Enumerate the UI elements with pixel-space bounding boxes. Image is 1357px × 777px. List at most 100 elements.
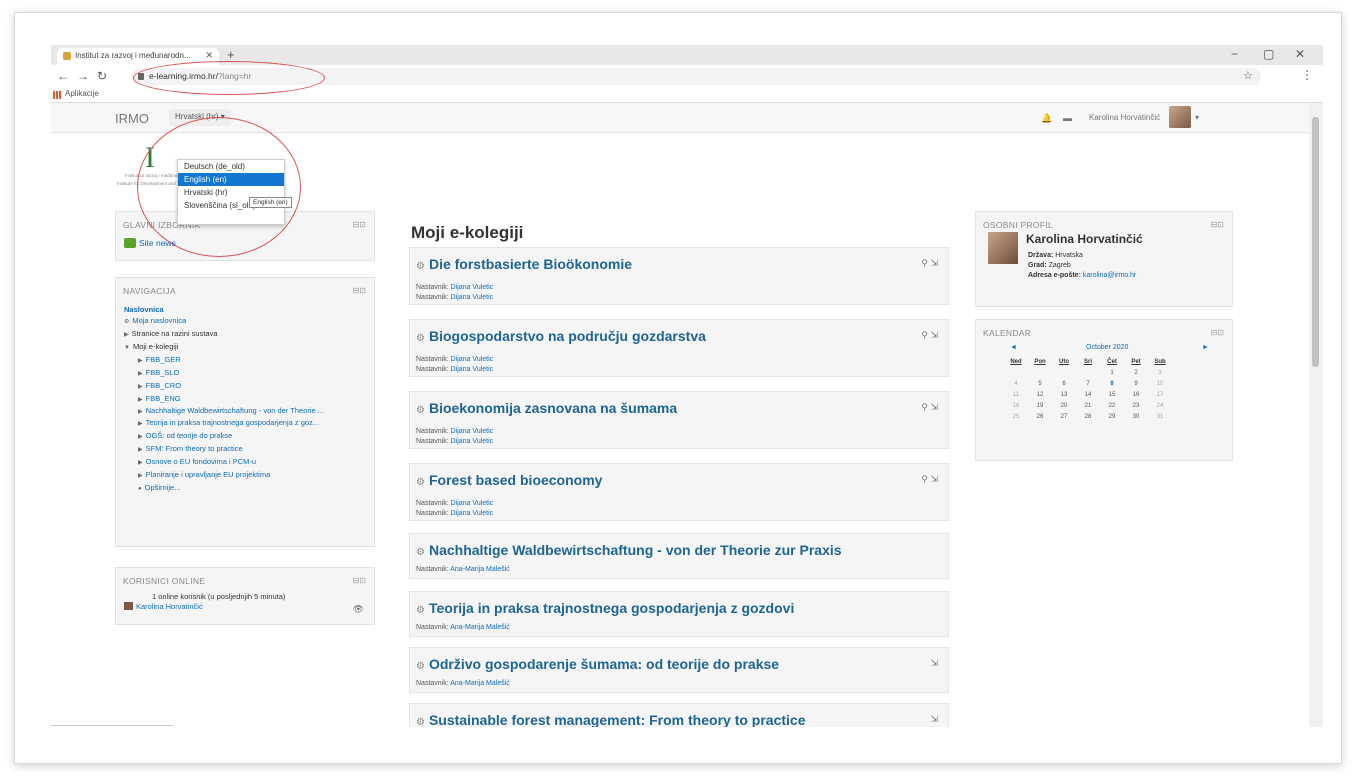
calendar-day[interactable]: 30	[1124, 411, 1148, 422]
nav-site-pages[interactable]: ▶ Stranice na razini sustava	[124, 328, 374, 341]
nav-my-courses[interactable]: ▼ Moji e-kolegiji	[124, 341, 374, 354]
calendar-day[interactable]: 4	[1004, 378, 1028, 389]
nav-course-item[interactable]: ▶ FBB_ENG	[124, 393, 374, 406]
calendar-day[interactable]: 31	[1148, 411, 1172, 422]
calendar-day[interactable]: 7	[1076, 378, 1100, 389]
calendar-day[interactable]: 10	[1148, 378, 1172, 389]
calendar-day[interactable]: 18	[1004, 400, 1028, 411]
block-collapse-icon[interactable]: ⊟⊡	[353, 286, 366, 295]
calendar-day[interactable]: 24	[1148, 400, 1172, 411]
calendar-month[interactable]: October 2020	[1086, 344, 1128, 351]
calendar-day[interactable]: 22	[1100, 400, 1124, 411]
teacher-link[interactable]: Dijana Vuletic	[451, 510, 494, 517]
teacher-link[interactable]: Dijana Vuletic	[451, 500, 494, 507]
site-brand[interactable]: IRMO	[115, 111, 149, 126]
calendar-day[interactable]: 28	[1076, 411, 1100, 422]
calendar-day[interactable]: 29	[1100, 411, 1124, 422]
course-title-link[interactable]: ⚙ Nachhaltige Waldbewirtschaftung - von d…	[416, 542, 842, 558]
calendar-day[interactable]: 23	[1124, 400, 1148, 411]
teacher-link[interactable]: Dijana Vuletic	[451, 366, 494, 373]
maximize-button[interactable]: ▢	[1263, 47, 1274, 61]
calendar-day[interactable]: 27	[1052, 411, 1076, 422]
block-collapse-icon[interactable]: ⊟⊡	[1211, 220, 1224, 229]
course-title-link[interactable]: ⚙ Die forstbasierte Bioökonomie	[416, 256, 632, 272]
bookmark-star-icon[interactable]: ☆	[1243, 69, 1253, 82]
close-window-button[interactable]: ✕	[1295, 47, 1305, 61]
course-action-icons[interactable]: ⚲ ⇲	[921, 258, 938, 269]
nav-course-item[interactable]: ▶ FBB_CRO	[124, 380, 374, 393]
prev-month-icon[interactable]: ◄	[1010, 344, 1017, 351]
teacher-link[interactable]: Dijana Vuletic	[451, 284, 494, 291]
block-collapse-icon[interactable]: ⊟⊡	[353, 576, 366, 585]
apps-bookmark[interactable]: Aplikacije	[65, 89, 99, 98]
calendar-day[interactable]: 15	[1100, 389, 1124, 400]
course-action-icons[interactable]: ⚲ ⇲	[921, 402, 938, 413]
back-icon[interactable]: ←	[57, 69, 69, 83]
course-title-link[interactable]: ⚙ Biogospodarstvo na području gozdarstva	[416, 328, 706, 344]
calendar-day[interactable]: 20	[1052, 400, 1076, 411]
calendar-day[interactable]: 19	[1028, 400, 1052, 411]
nav-course-item[interactable]: ▶ Nachhaltige Waldbewirtschaftung - von d…	[124, 406, 374, 417]
page-scrollbar[interactable]	[1309, 103, 1323, 727]
course-enter-icon[interactable]: ⇲	[930, 658, 938, 669]
calendar-day[interactable]: 25	[1004, 411, 1028, 422]
calendar-day[interactable]: 9	[1124, 378, 1148, 389]
user-menu-caret-icon[interactable]: ▾	[1195, 113, 1199, 122]
notifications-icon[interactable]: 🔔	[1041, 113, 1052, 124]
course-action-icons[interactable]: ⚲ ⇲	[921, 474, 938, 485]
nav-course-item[interactable]: ▶ Planiranje i upravljanje EU projektima	[124, 469, 374, 482]
teacher-link[interactable]: Dijana Vuletic	[451, 294, 494, 301]
nav-course-item[interactable]: ▶ OGŠ: od teorije do prakse	[124, 430, 374, 443]
course-title-link[interactable]: ⚙ Forest based bioeconomy	[416, 472, 602, 488]
nav-course-item[interactable]: ▶ Teorija in praksa trajnostnega gospodar…	[124, 417, 374, 430]
calendar-day[interactable]: 21	[1076, 400, 1100, 411]
user-menu-name[interactable]: Karolina Horvatinčić	[1089, 113, 1160, 122]
calendar-day[interactable]: 3	[1148, 367, 1172, 378]
course-title-link[interactable]: ⚙ Sustainable forest management: From the…	[416, 712, 806, 727]
block-collapse-icon[interactable]: ⊟⊡	[353, 220, 366, 229]
calendar-day[interactable]: 6	[1052, 378, 1076, 389]
apps-grid-icon[interactable]	[53, 91, 61, 99]
teacher-link[interactable]: Ana-Marija Malešić	[450, 624, 510, 631]
nav-course-item[interactable]: ▶ SFM: From theory to practice	[124, 443, 374, 456]
online-user-link[interactable]: Karolina Horvatinčić	[124, 602, 203, 611]
calendar-day[interactable]: 5	[1028, 378, 1052, 389]
eye-icon[interactable]: 👁	[353, 604, 364, 615]
calendar-day[interactable]: 8	[1100, 378, 1124, 389]
user-avatar[interactable]	[1169, 106, 1191, 128]
next-month-icon[interactable]: ►	[1202, 344, 1209, 351]
calendar-day[interactable]: 12	[1028, 389, 1052, 400]
browser-menu-icon[interactable]: ⋮	[1301, 68, 1313, 82]
nav-course-item[interactable]: ▶ FBB_SLO	[124, 367, 374, 380]
course-title-link[interactable]: ⚙ Održivo gospodarenje šumama: od teorije…	[416, 656, 779, 672]
nav-course-item[interactable]: ▶ Osnove o EU fondovima i PCM-u	[124, 456, 374, 469]
email-link[interactable]: karolina@irmo.hr	[1083, 272, 1136, 279]
reload-icon[interactable]: ↻	[97, 69, 107, 83]
course-enter-icon[interactable]: ⇲	[930, 714, 938, 725]
block-collapse-icon[interactable]: ⊟⊡	[1211, 328, 1224, 337]
teacher-link[interactable]: Dijana Vuletic	[451, 428, 494, 435]
calendar-day[interactable]: 16	[1124, 389, 1148, 400]
course-action-icons[interactable]: ⚲ ⇲	[921, 330, 938, 341]
teacher-link[interactable]: Ana-Marija Malešić	[450, 680, 510, 687]
close-tab-icon[interactable]: ✕	[205, 50, 213, 61]
minimize-button[interactable]: −	[1231, 47, 1238, 61]
messages-icon[interactable]: ▬	[1063, 113, 1072, 123]
new-tab-button[interactable]: +	[227, 47, 235, 62]
course-title-link[interactable]: ⚙ Bioekonomija zasnovana na šumama	[416, 400, 677, 416]
nav-more[interactable]: ● Opširnije...	[124, 482, 374, 495]
calendar-day[interactable]: 1	[1100, 367, 1124, 378]
calendar-day[interactable]: 17	[1148, 389, 1172, 400]
teacher-link[interactable]: Dijana Vuletic	[451, 438, 494, 445]
nav-my-home[interactable]: ⚙ Moja naslovnica	[124, 315, 374, 328]
scrollbar-thumb[interactable]	[1312, 117, 1319, 367]
calendar-day[interactable]: 14	[1076, 389, 1100, 400]
nav-course-item[interactable]: ▶ FBB_GER	[124, 354, 374, 367]
forward-icon[interactable]: →	[77, 69, 89, 83]
teacher-link[interactable]: Ana-Marija Malešić	[450, 566, 510, 573]
profile-picture[interactable]	[988, 232, 1018, 264]
nav-home[interactable]: Naslovnica	[124, 304, 374, 315]
calendar-day[interactable]: 13	[1052, 389, 1076, 400]
calendar-day[interactable]: 11	[1004, 389, 1028, 400]
teacher-link[interactable]: Dijana Vuletic	[451, 356, 494, 363]
